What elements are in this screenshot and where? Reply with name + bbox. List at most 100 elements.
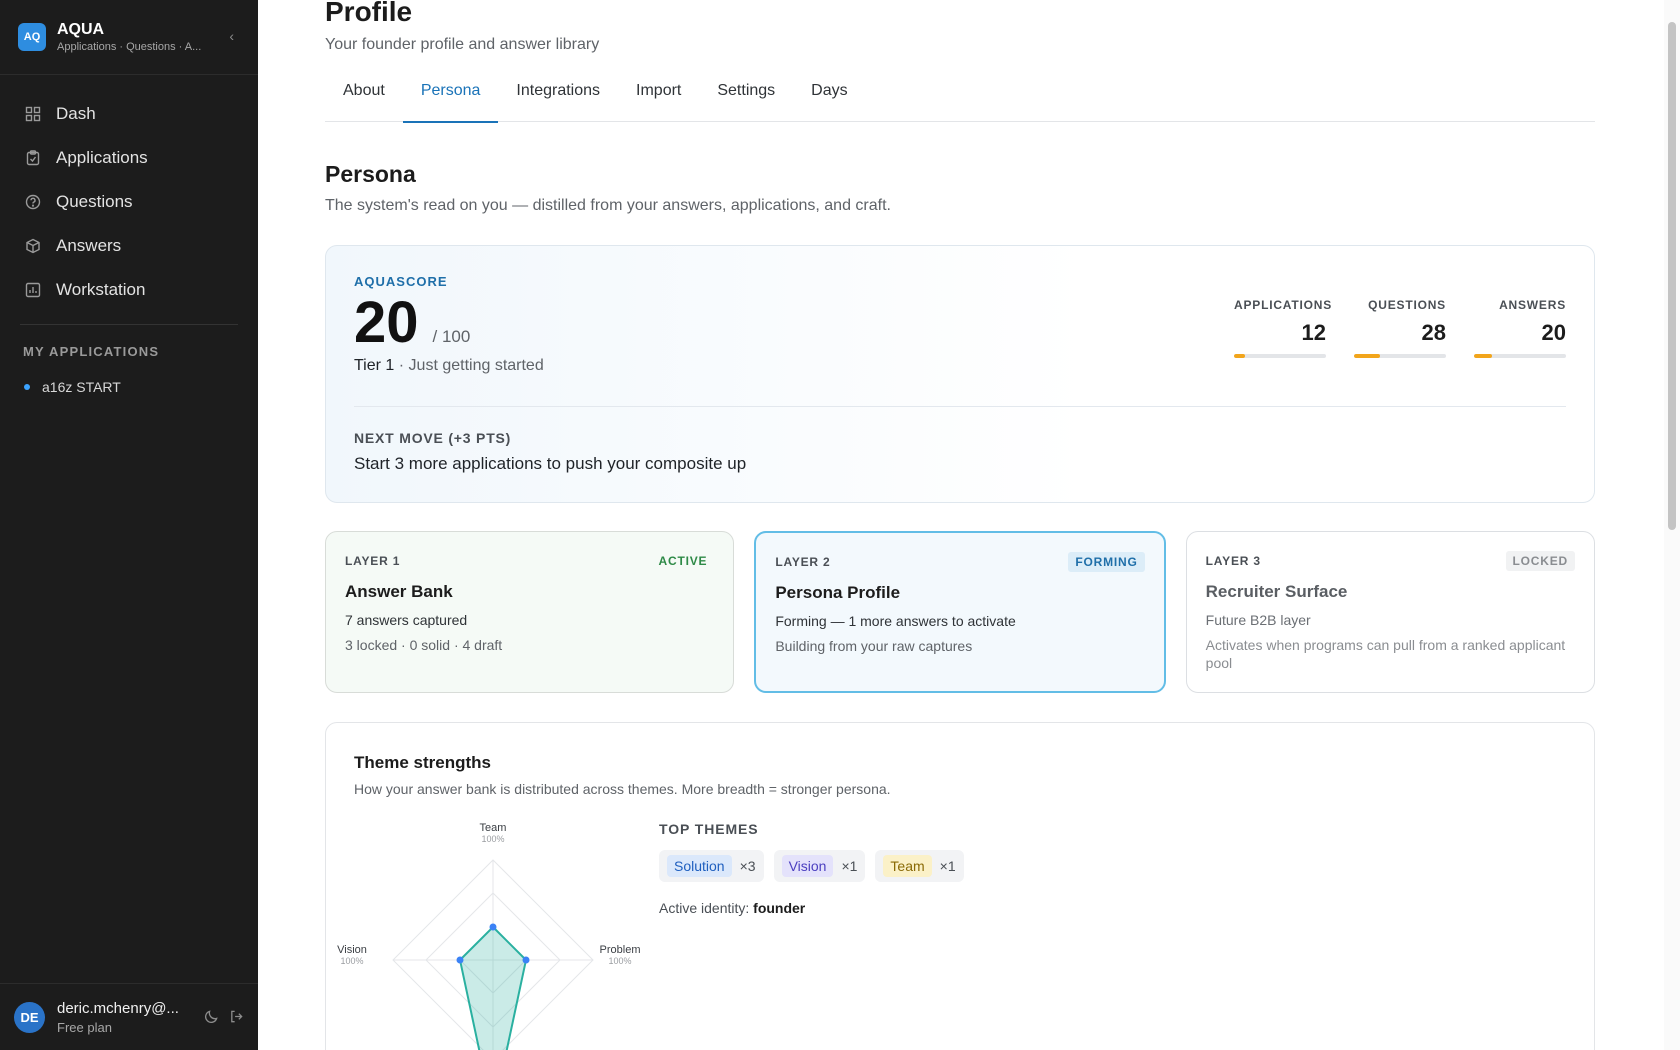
avatar[interactable]: DE [14, 1001, 45, 1033]
profile-tabs: About Persona Integrations Import Settin… [325, 80, 1595, 123]
page-subtitle: Your founder profile and answer library [325, 36, 600, 53]
stat-label: ANSWERS [1499, 298, 1566, 312]
stat-progress-fill [1354, 354, 1380, 358]
tab-import[interactable]: Import [618, 80, 699, 122]
radar-point-vision [456, 956, 464, 964]
theme-chip-count: ×3 [739, 858, 756, 874]
user-email: deric.mchenry@... [57, 999, 179, 1017]
box-icon [24, 237, 42, 255]
layer-subdetail: Building from your raw captures [775, 638, 973, 654]
stat-label: APPLICATIONS [1234, 298, 1333, 312]
tier-text: Tier 1 · Just getting started [354, 357, 1566, 375]
layer-card-persona-profile[interactable]: LAYER 2 FORMING Persona Profile Forming … [754, 531, 1166, 693]
layer-detail: Future B2B layer [1205, 612, 1311, 628]
moon-icon[interactable] [204, 1009, 219, 1029]
sidebar-item-answers[interactable]: Answers [0, 224, 258, 268]
brand-logo[interactable]: AQ [18, 23, 46, 51]
active-identity-label: Active identity: [659, 900, 750, 916]
stat-progress-fill [1234, 354, 1246, 358]
tier-label: Tier 1 [354, 357, 395, 374]
tab-days[interactable]: Days [793, 80, 865, 122]
layer-title: Recruiter Surface [1205, 582, 1348, 601]
layer-detail: 7 answers captured [345, 612, 468, 628]
brand-header: AQ AQUA Applications · Questions · A... … [0, 0, 258, 75]
stat-progress-bar [1474, 354, 1566, 358]
theme-chip-team[interactable]: Team ×1 [875, 850, 964, 882]
radar-label-pct: 100% [608, 956, 632, 966]
radar-svg [392, 859, 594, 1050]
sidebar-nav: Dash Applications Questions Answers Work… [0, 75, 258, 312]
theme-chip-name: Vision [781, 855, 834, 877]
top-themes: TOP THEMES Solution ×3 Vision ×1 Team ×1… [659, 821, 964, 916]
sidebar-divider [20, 324, 238, 325]
active-identity: Active identity: founder [659, 900, 964, 916]
tab-persona[interactable]: Persona [402, 80, 499, 123]
help-circle-icon [24, 193, 42, 211]
clipboard-icon [24, 149, 42, 167]
brand-subtitle: Applications · Questions · A... [57, 41, 202, 53]
theme-chip-count: ×1 [841, 858, 858, 874]
status-badge: LOCKED [1505, 551, 1575, 571]
theme-chip-name: Solution [667, 855, 732, 877]
persona-title: Persona [325, 161, 416, 187]
sidebar-item-label: Applications [56, 148, 148, 167]
radar-label-problem: Problem 100% [598, 945, 642, 967]
stat-progress-fill [1474, 354, 1493, 358]
theme-strengths-card: Theme strengths How your answer bank is … [325, 722, 1595, 1050]
sidebar-item-workstation[interactable]: Workstation [0, 268, 258, 312]
layer-title: Answer Bank [345, 582, 453, 601]
tab-integrations[interactable]: Integrations [498, 80, 618, 122]
tab-about[interactable]: About [325, 80, 403, 122]
chevron-left-icon[interactable]: ‹ [229, 28, 234, 44]
stat-answers: ANSWERS 20 [1474, 298, 1566, 358]
radar-label-name: Vision [337, 944, 367, 956]
radar-point-team [489, 923, 497, 931]
layer-card-recruiter-surface[interactable]: LAYER 3 LOCKED Recruiter Surface Future … [1185, 531, 1595, 693]
radar-label-pct: 100% [340, 956, 364, 966]
layer-subdetail: 3 locked · 0 solid · 4 draft [345, 637, 503, 653]
tab-settings[interactable]: Settings [699, 80, 793, 122]
my-application-item[interactable]: a16z START [0, 371, 258, 403]
layer-title: Persona Profile [775, 583, 901, 602]
stat-value: 28 [1421, 320, 1446, 345]
layer-subdetail: Activates when programs can pull from a … [1205, 637, 1566, 671]
radar-label-name: Team [479, 822, 507, 834]
aquascore-value: 20 [354, 290, 419, 355]
stat-label: QUESTIONS [1368, 298, 1446, 312]
chart-icon [24, 281, 42, 299]
radar-series-area [458, 925, 528, 1050]
layer-cards: LAYER 1 ACTIVE Answer Bank 7 answers cap… [325, 531, 1595, 693]
status-badge: ACTIVE [658, 554, 708, 568]
theme-chip-vision[interactable]: Vision ×1 [773, 850, 866, 882]
theme-chip-name: Team [883, 855, 932, 877]
sidebar: AQ AQUA Applications · Questions · A... … [0, 0, 258, 1050]
sidebar-item-dash[interactable]: Dash [0, 92, 258, 136]
layer-detail: Forming — 1 more answers to activate [775, 613, 1016, 629]
sidebar-item-applications[interactable]: Applications [0, 136, 258, 180]
aquascore-card: AQUASCORE 20 / 100 Tier 1 · Just getting… [325, 245, 1595, 503]
next-move-text: Start 3 more applications to push your c… [354, 454, 747, 473]
theme-strengths-title: Theme strengths [354, 753, 491, 772]
sidebar-item-label: Dash [56, 104, 96, 123]
theme-chips: Solution ×3 Vision ×1 Team ×1 [659, 850, 964, 882]
user-plan: Free plan [57, 1019, 112, 1035]
stat-progress-bar [1354, 354, 1446, 358]
page-scrollbar[interactable] [1664, 0, 1680, 1050]
main-content: Profile Your founder profile and answer … [325, 0, 1595, 1050]
theme-strengths-subtitle: How your answer bank is distributed acro… [354, 781, 891, 797]
scrollbar-thumb[interactable] [1668, 22, 1676, 530]
stat-progress-bar [1234, 354, 1326, 358]
sidebar-item-label: Workstation [56, 280, 146, 299]
status-dot [24, 384, 30, 390]
theme-chip-count: ×1 [939, 858, 956, 874]
logout-icon[interactable] [229, 1009, 244, 1029]
divider [354, 406, 1566, 407]
layer-card-answer-bank[interactable]: LAYER 1 ACTIVE Answer Bank 7 answers cap… [325, 531, 735, 693]
radar-label-team: Team 100% [476, 823, 510, 845]
my-application-label: a16z START [42, 379, 121, 395]
stat-value: 12 [1301, 320, 1326, 345]
stat-value: 20 [1541, 320, 1566, 345]
sidebar-item-questions[interactable]: Questions [0, 180, 258, 224]
theme-chip-solution[interactable]: Solution ×3 [659, 850, 764, 882]
user-panel: DE deric.mchenry@... Free plan [0, 983, 258, 1050]
